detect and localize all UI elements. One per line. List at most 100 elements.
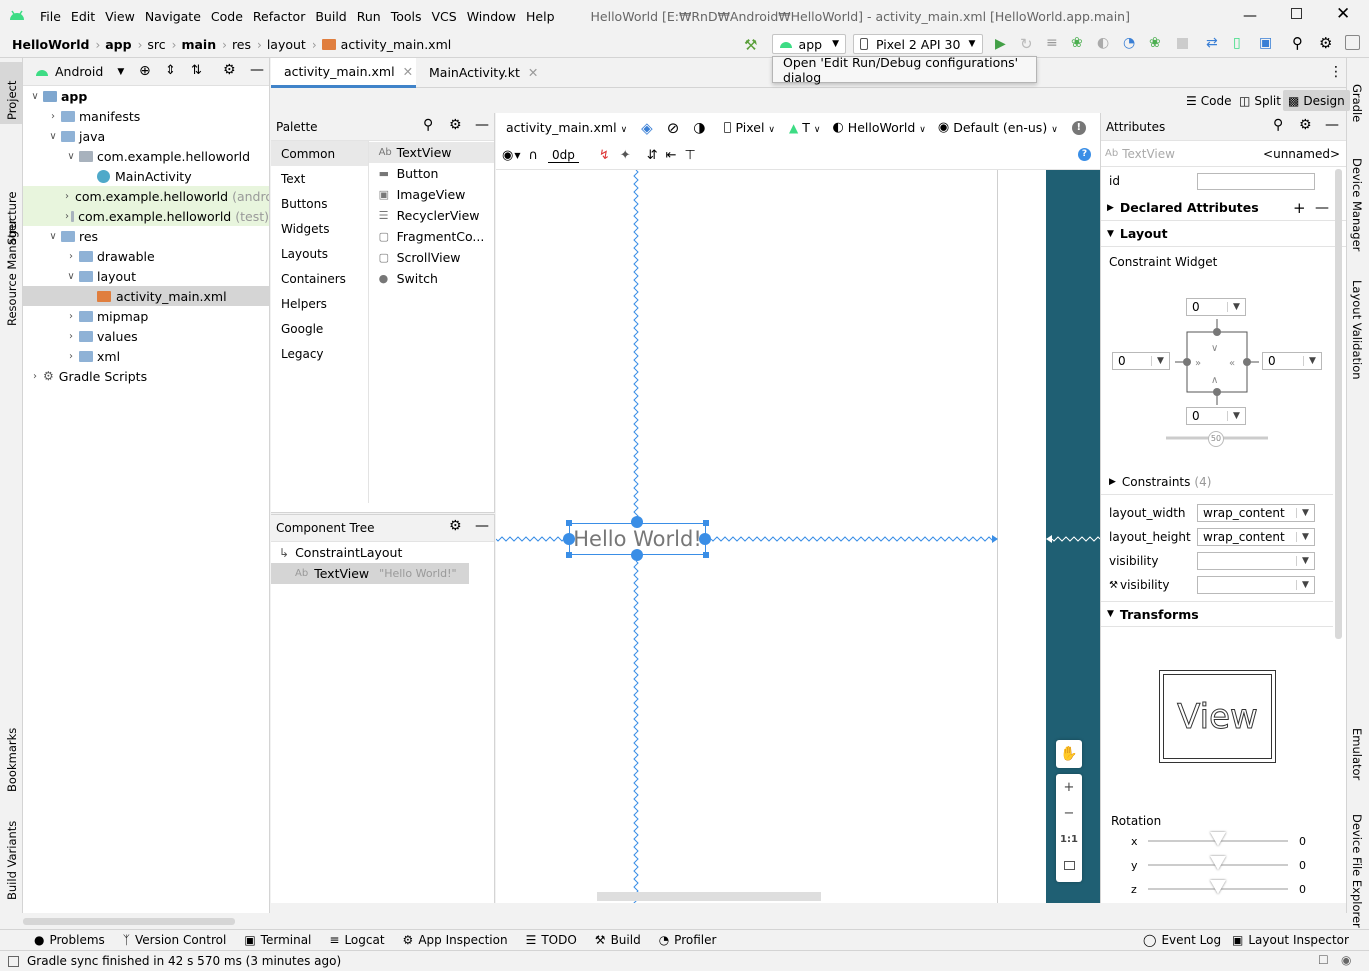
- horizontal-scrollbar[interactable]: [23, 918, 235, 925]
- project-view-mode[interactable]: Android: [55, 64, 103, 79]
- palette-category[interactable]: Common: [271, 141, 368, 166]
- profiler-tool[interactable]: ◔ Profiler: [659, 933, 717, 947]
- default-margin[interactable]: 0dp: [548, 148, 579, 163]
- build-tool[interactable]: ⚒ Build: [595, 933, 641, 947]
- device-dropdown[interactable]: Pixel 2 API 30 ▼: [853, 34, 983, 54]
- tree-item[interactable]: › xml: [23, 346, 269, 366]
- chevron-right-icon[interactable]: ›: [65, 251, 77, 262]
- slider-thumb[interactable]: [1210, 856, 1226, 870]
- todo-tool[interactable]: ☰ TODO: [526, 933, 577, 947]
- chevron-right-icon[interactable]: ›: [65, 191, 69, 202]
- zoom-fit-button[interactable]: [1056, 852, 1082, 878]
- app-inspection-tool[interactable]: ⚙ App Inspection: [403, 933, 508, 947]
- theme-dropdown[interactable]: HelloWorld ∨: [848, 120, 926, 135]
- zoom-out-button[interactable]: −: [1056, 800, 1082, 826]
- dock-build-variants[interactable]: Build Variants: [5, 821, 19, 900]
- more-tabs-icon[interactable]: ⋮: [1329, 64, 1343, 80]
- close-window-button[interactable]: ✕: [1336, 4, 1350, 24]
- menu-file[interactable]: File: [40, 9, 61, 24]
- night-mode-icon[interactable]: ◑: [693, 120, 705, 136]
- hide-panel-icon[interactable]: —: [475, 518, 489, 534]
- mode-design-button[interactable]: ▩ Design: [1283, 90, 1350, 111]
- status-message[interactable]: Gradle sync finished in 42 s 570 ms (3 m…: [27, 954, 341, 968]
- palette-category[interactable]: Buttons: [271, 191, 368, 216]
- chevron-down-icon[interactable]: ∨: [47, 231, 59, 242]
- gear-icon[interactable]: ⚙: [449, 117, 462, 133]
- chevron-down-icon[interactable]: ∨: [29, 91, 41, 102]
- gear-icon[interactable]: ⚙: [1299, 117, 1312, 133]
- breadcrumb-main[interactable]: main: [181, 37, 216, 52]
- logcat-tool[interactable]: ≡ Logcat: [329, 933, 384, 947]
- anchor-left[interactable]: [563, 533, 575, 545]
- gear-icon[interactable]: ⚙: [449, 518, 462, 534]
- breadcrumb-app[interactable]: app: [105, 37, 131, 52]
- palette-widget[interactable]: Ab TextView: [368, 142, 494, 163]
- sdk-manager-icon[interactable]: ▣: [1259, 35, 1272, 51]
- chevron-right-icon[interactable]: ›: [47, 111, 59, 122]
- tree-item[interactable]: ∨ res: [23, 226, 269, 246]
- menu-help[interactable]: Help: [526, 9, 555, 24]
- device-manager-icon[interactable]: ▯: [1233, 35, 1241, 51]
- problems-tool[interactable]: ● Problems: [34, 933, 105, 947]
- anchor-bottom[interactable]: [631, 549, 643, 561]
- attribute-value-combo[interactable]: ▼: [1197, 576, 1315, 594]
- attach-debugger-icon[interactable]: ❀: [1149, 35, 1161, 51]
- tree-item[interactable]: › com.example.helloworld (test): [23, 206, 269, 226]
- tree-item[interactable]: MainActivity: [23, 166, 269, 186]
- phone-icon[interactable]: [723, 122, 731, 133]
- palette-category[interactable]: Containers: [271, 266, 368, 291]
- terminal-tool[interactable]: ▣ Terminal: [244, 933, 311, 947]
- palette-widget[interactable]: ☰ RecyclerView: [369, 205, 494, 226]
- tree-item[interactable]: › ⚙ Gradle Scripts: [23, 366, 269, 386]
- menu-refactor[interactable]: Refactor: [253, 9, 305, 24]
- attribute-value-combo[interactable]: wrap_content ▼: [1197, 528, 1315, 546]
- run-config-dropdown[interactable]: app ▼: [772, 34, 846, 54]
- resize-handle[interactable]: [566, 520, 572, 526]
- slider-thumb[interactable]: [1210, 832, 1226, 846]
- tab-main-activity[interactable]: MainActivity.kt ✕: [416, 58, 544, 88]
- locate-icon[interactable]: ⊕: [139, 63, 151, 79]
- stop-icon[interactable]: [1177, 38, 1188, 49]
- palette-category[interactable]: Helpers: [271, 291, 368, 316]
- menu-code[interactable]: Code: [211, 9, 243, 24]
- attribute-value-combo[interactable]: wrap_content ▼: [1197, 504, 1315, 522]
- tree-item[interactable]: › drawable: [23, 246, 269, 266]
- rerun-icon[interactable]: ↻: [1020, 35, 1033, 53]
- infer-constraints-icon[interactable]: ✦: [620, 148, 631, 163]
- layout-inspector-tool[interactable]: ▣ Layout Inspector: [1232, 933, 1349, 947]
- clear-constraints-icon[interactable]: ↯: [599, 148, 610, 163]
- api-dropdown[interactable]: T ∨: [802, 120, 820, 135]
- distribute-icon[interactable]: ⊤: [685, 148, 696, 163]
- transforms-section[interactable]: ▼ Transforms: [1101, 601, 1333, 627]
- dock-gradle[interactable]: Gradle: [1350, 84, 1364, 122]
- tree-item[interactable]: ∨ app: [23, 86, 269, 106]
- hide-panel-icon[interactable]: —: [1325, 117, 1339, 133]
- debug-icon[interactable]: ❀: [1071, 35, 1083, 51]
- search-icon[interactable]: ⚲: [423, 117, 433, 133]
- layout-section[interactable]: ▼ Layout: [1101, 221, 1346, 247]
- tab-activity-main[interactable]: activity_main.xml ✕: [271, 57, 416, 88]
- close-tab-icon[interactable]: ✕: [403, 64, 413, 79]
- tree-item[interactable]: ∨ java: [23, 126, 269, 146]
- palette-widget[interactable]: ▣ ImageView: [369, 184, 494, 205]
- orientation-icon[interactable]: ⊘: [667, 119, 680, 137]
- gear-icon[interactable]: ⚙: [223, 62, 236, 78]
- breadcrumb-project[interactable]: HelloWorld: [12, 37, 89, 52]
- dock-device-file-explorer[interactable]: Device File Explorer: [1350, 814, 1364, 928]
- tree-item[interactable]: ∨ layout: [23, 266, 269, 286]
- tree-item[interactable]: › mipmap: [23, 306, 269, 326]
- add-attribute-icon[interactable]: +: [1293, 199, 1306, 217]
- maximize-button[interactable]: [1291, 8, 1302, 19]
- mode-split-button[interactable]: ◫ Split: [1235, 91, 1285, 111]
- tree-item[interactable]: activity_main.xml: [23, 286, 269, 306]
- declared-attributes-section[interactable]: ▶ Declared Attributes + —: [1101, 195, 1346, 221]
- constraints-section[interactable]: ▶ Constraints (4): [1101, 469, 1333, 495]
- layout-file-dropdown[interactable]: activity_main.xml ∨: [506, 120, 627, 135]
- menu-build[interactable]: Build: [315, 9, 346, 24]
- locale-dropdown[interactable]: Default (en-us) ∨: [953, 120, 1058, 135]
- search-icon[interactable]: ⚲: [1292, 34, 1303, 52]
- resize-handle[interactable]: [703, 552, 709, 558]
- eye-icon[interactable]: ◉: [502, 148, 513, 163]
- tree-node-constraintlayout[interactable]: ↳ ConstraintLayout: [271, 542, 494, 563]
- gear-icon[interactable]: ⚙: [1319, 34, 1332, 52]
